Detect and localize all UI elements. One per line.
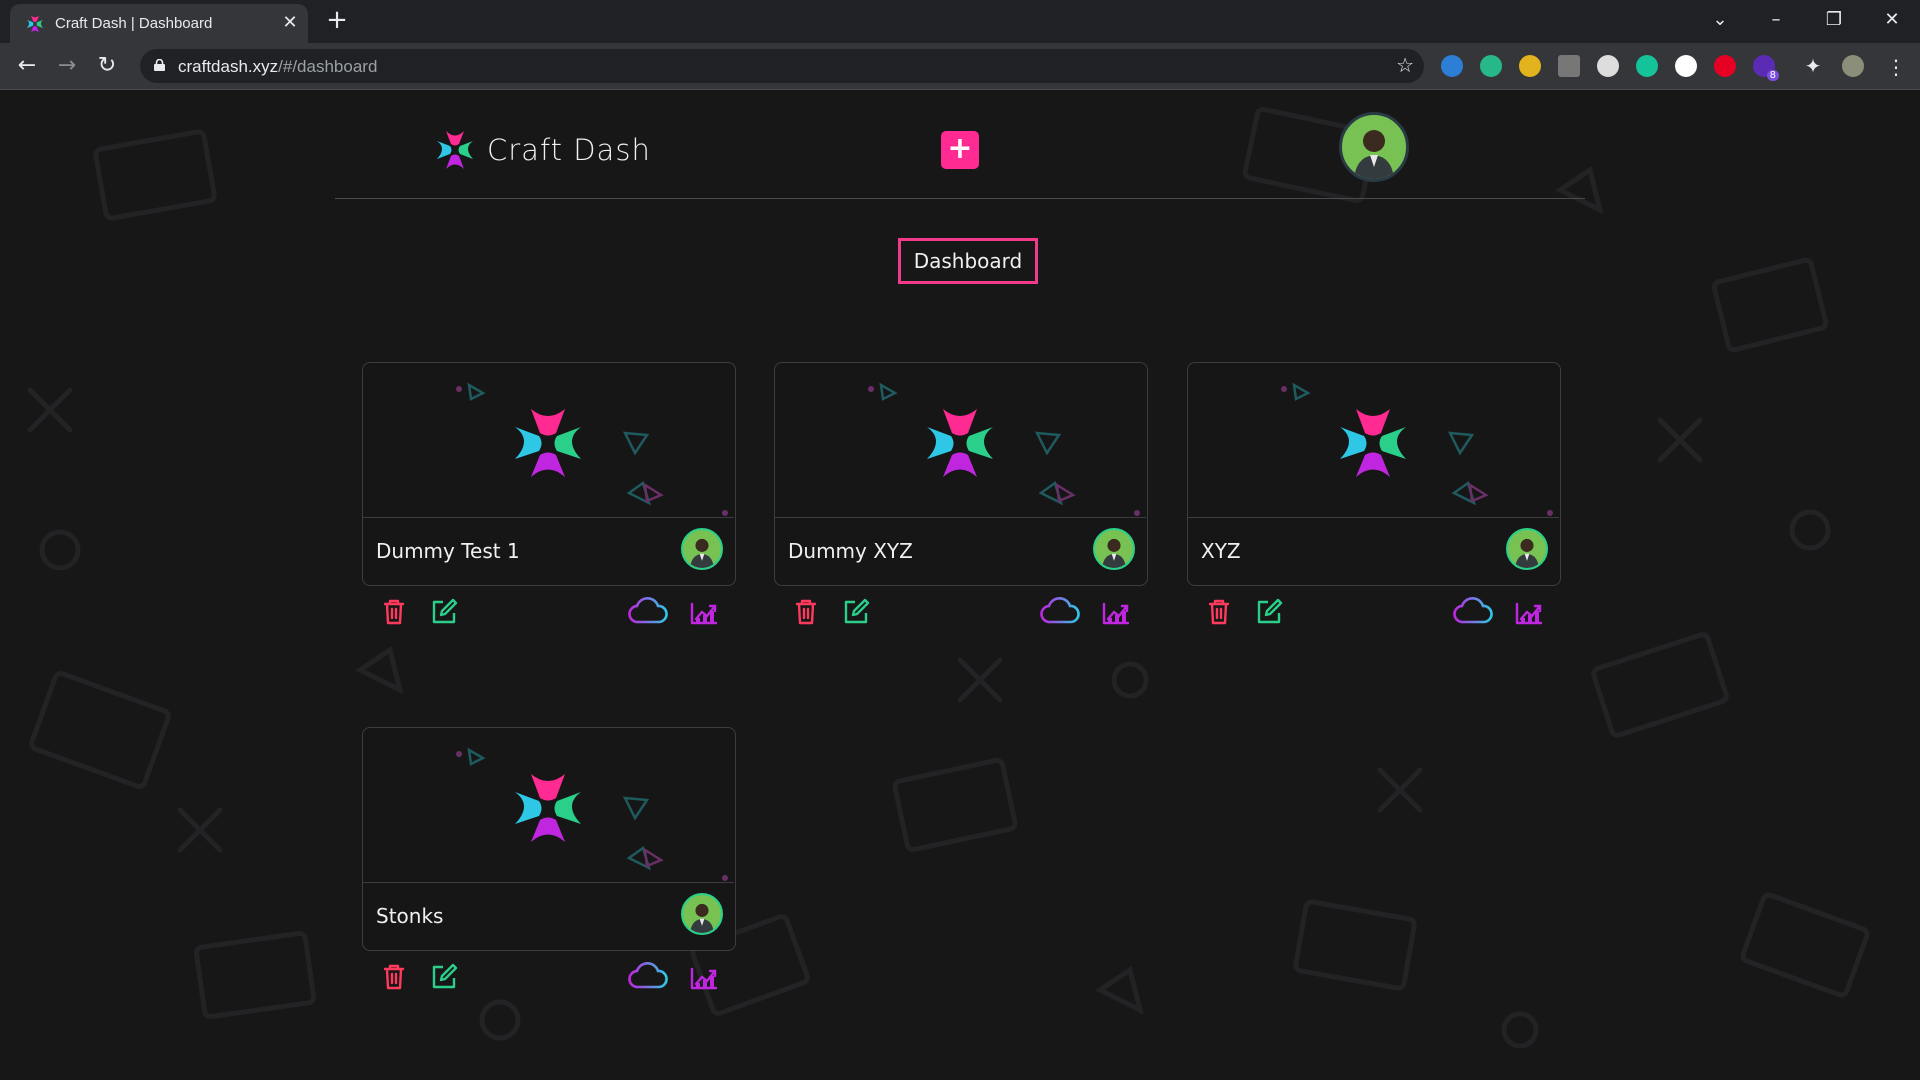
- extension-react-icon[interactable]: [1441, 55, 1463, 77]
- page-title: Dashboard: [898, 238, 1038, 284]
- address-bar[interactable]: craftdash.xyz/#/dashboard ☆: [140, 49, 1424, 83]
- chart-icon[interactable]: [688, 596, 720, 628]
- project-actions: [774, 596, 1148, 636]
- project-thumbnail: [363, 747, 734, 883]
- browser-menu-icon[interactable]: ⋮: [1886, 55, 1906, 79]
- extension-pinterest-icon[interactable]: [1714, 55, 1736, 77]
- person-icon: [1515, 538, 1539, 568]
- brand[interactable]: Craft Dash: [435, 128, 651, 172]
- edit-icon[interactable]: [428, 961, 460, 993]
- reload-icon[interactable]: ↻: [92, 51, 122, 81]
- tab-close-icon[interactable]: ✕: [278, 11, 302, 35]
- tab-search-icon[interactable]: ⌄: [1700, 0, 1740, 40]
- add-project-button[interactable]: +: [941, 131, 979, 169]
- trash-icon[interactable]: [378, 961, 410, 993]
- cloud-icon[interactable]: [1040, 596, 1080, 628]
- cloud-icon[interactable]: [628, 596, 668, 628]
- url-text: craftdash.xyz/#/dashboard: [178, 57, 378, 76]
- app-page: Craft Dash + Dashboard Dummy Test 1 Dumm…: [0, 90, 1920, 1080]
- project-actions: [362, 961, 736, 1001]
- browser-tab[interactable]: Craft Dash | Dashboard ✕: [10, 4, 308, 43]
- back-icon[interactable]: ←: [12, 51, 42, 81]
- extension-badge-icon[interactable]: 8: [1753, 55, 1779, 81]
- chart-icon[interactable]: [1100, 596, 1132, 628]
- edit-icon[interactable]: [428, 596, 460, 628]
- project-thumbnail: [775, 382, 1146, 518]
- chart-icon[interactable]: [688, 961, 720, 993]
- extensions-puzzle-icon[interactable]: ✦: [1802, 55, 1824, 77]
- owner-avatar: [681, 528, 723, 570]
- minimize-icon[interactable]: –: [1756, 0, 1796, 40]
- project-name: Stonks: [376, 904, 444, 928]
- edit-icon[interactable]: [1253, 596, 1285, 628]
- person-icon: [690, 538, 714, 568]
- owner-avatar: [1093, 528, 1135, 570]
- person-icon: [690, 903, 714, 933]
- app-header: Craft Dash +: [335, 90, 1585, 199]
- person-icon: [1354, 130, 1394, 179]
- owner-avatar: [1506, 528, 1548, 570]
- trash-icon[interactable]: [790, 596, 822, 628]
- extension-coin-icon[interactable]: [1519, 55, 1541, 77]
- restore-icon[interactable]: ❐: [1814, 0, 1854, 40]
- browser-tab-bar: Craft Dash | Dashboard ✕ + ⌄ – ❐ ✕: [0, 0, 1920, 43]
- extension-pen-icon[interactable]: [1558, 55, 1580, 77]
- project-thumbnail: [1188, 382, 1559, 518]
- lock-icon: [154, 59, 165, 71]
- chart-icon[interactable]: [1513, 596, 1545, 628]
- forward-icon[interactable]: →: [52, 51, 82, 81]
- trash-icon[interactable]: [378, 596, 410, 628]
- extension-circle-icon[interactable]: [1675, 55, 1697, 77]
- close-window-icon[interactable]: ✕: [1872, 0, 1912, 40]
- tab-title: Craft Dash | Dashboard: [55, 15, 213, 32]
- project-name: Dummy XYZ: [788, 539, 913, 563]
- browser-toolbar: ← → ↻ craftdash.xyz/#/dashboard ☆ 8 ✦ ⋮: [0, 43, 1920, 90]
- cloud-icon[interactable]: [628, 961, 668, 993]
- extension-target-icon[interactable]: [1480, 55, 1502, 77]
- project-actions: [362, 596, 736, 636]
- brand-name: Craft Dash: [487, 133, 651, 167]
- extension-badge-count: 8: [1766, 70, 1779, 81]
- project-actions: [1187, 596, 1561, 636]
- trash-icon[interactable]: [1203, 596, 1235, 628]
- cloud-icon[interactable]: [1453, 596, 1493, 628]
- profile-avatar-icon[interactable]: [1842, 55, 1864, 77]
- project-thumbnail: [363, 382, 734, 518]
- project-card[interactable]: XYZ: [1187, 362, 1561, 586]
- extension-grammarly-icon[interactable]: [1636, 55, 1658, 77]
- project-card[interactable]: Stonks: [362, 727, 736, 951]
- extension-w-icon[interactable]: [1597, 55, 1619, 77]
- new-tab-icon[interactable]: +: [324, 7, 350, 34]
- edit-icon[interactable]: [840, 596, 872, 628]
- owner-avatar: [681, 893, 723, 935]
- project-card[interactable]: Dummy XYZ: [774, 362, 1148, 586]
- project-name: XYZ: [1201, 539, 1241, 563]
- craft-dash-logo-icon: [437, 131, 473, 169]
- user-avatar[interactable]: [1339, 112, 1409, 182]
- person-icon: [1102, 538, 1126, 568]
- craft-dash-favicon-icon: [26, 15, 44, 33]
- bookmark-star-icon[interactable]: ☆: [1396, 53, 1414, 77]
- project-card[interactable]: Dummy Test 1: [362, 362, 736, 586]
- project-name: Dummy Test 1: [376, 539, 520, 563]
